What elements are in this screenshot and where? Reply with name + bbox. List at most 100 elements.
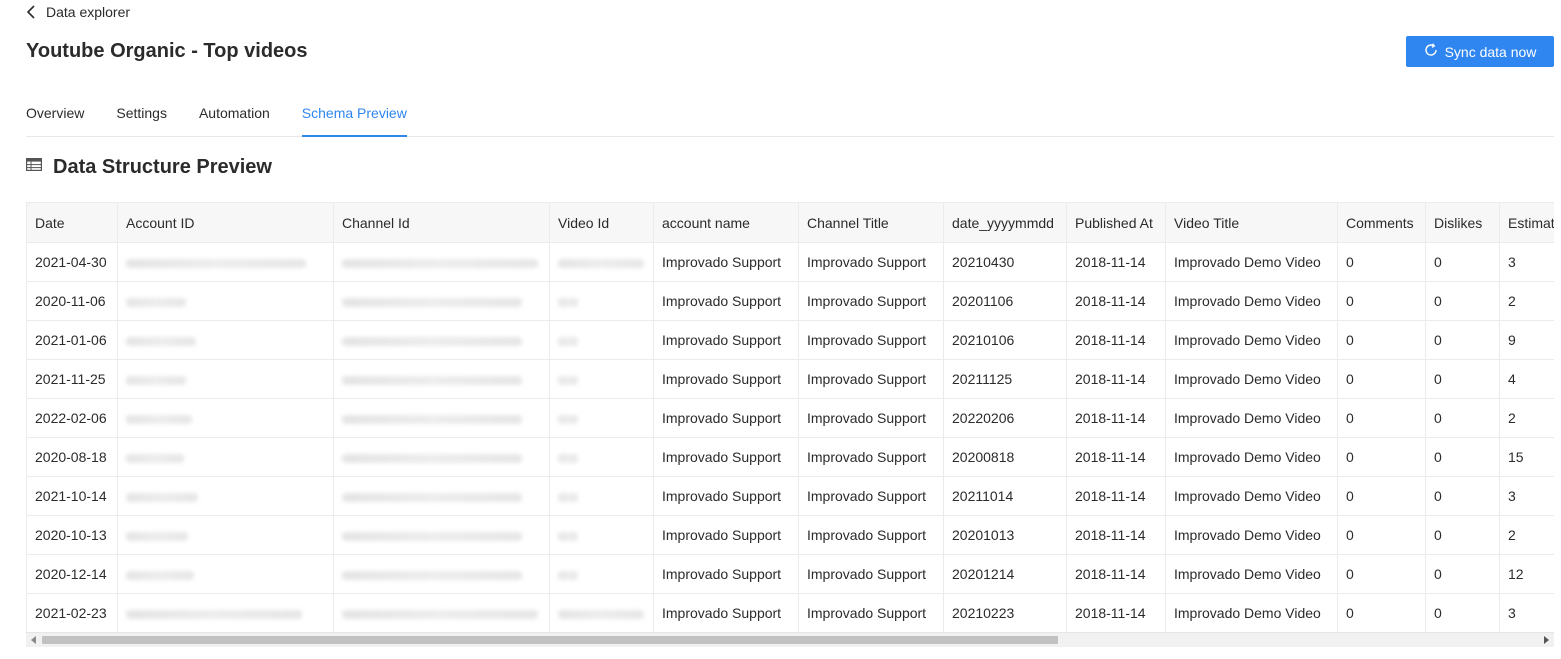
table-row[interactable]: 2021-01-06 Improvado Support Improvado Sup…	[26, 320, 1554, 360]
column-header[interactable]: Video Id	[549, 202, 654, 243]
redacted-value	[126, 375, 186, 385]
column-header[interactable]: Estimate	[1499, 202, 1554, 243]
table-cell: 2021-02-23	[26, 593, 118, 632]
table-cell: 0	[1337, 437, 1426, 477]
redacted-value	[558, 531, 578, 541]
table-cell: 0	[1425, 320, 1500, 360]
table-cell: 2020-12-14	[26, 554, 118, 594]
table-cell: 0	[1425, 359, 1500, 399]
table-cell: 0	[1337, 320, 1426, 360]
table-cell: Improvado Support	[798, 281, 944, 321]
table-row[interactable]: 2021-02-23 Improvado Support Improvado Sup…	[26, 593, 1554, 632]
tab-overview[interactable]: Overview	[26, 96, 84, 136]
table-cell: 3	[1499, 242, 1554, 282]
table-cell: Improvado Support	[798, 515, 944, 555]
table-cell: Improvado Support	[653, 515, 799, 555]
column-header[interactable]: Account ID	[117, 202, 334, 243]
column-header[interactable]: Channel Title	[798, 202, 944, 243]
table-cell: 20211014	[943, 476, 1067, 516]
redacted-value	[342, 531, 522, 541]
redacted-value	[558, 297, 578, 307]
table-cell	[549, 593, 654, 632]
table-cell: 0	[1425, 398, 1500, 438]
redacted-value	[126, 414, 192, 424]
column-header[interactable]: Dislikes	[1425, 202, 1500, 243]
column-header[interactable]: Video Title	[1165, 202, 1338, 243]
table-cell: 2018-11-14	[1066, 593, 1166, 632]
table-cell: 20211125	[943, 359, 1067, 399]
table-cell: 0	[1425, 476, 1500, 516]
scroll-left-icon[interactable]	[31, 636, 36, 644]
table-cell: 2021-01-06	[26, 320, 118, 360]
table-cell: 0	[1337, 242, 1426, 282]
redacted-value	[558, 492, 578, 502]
scrollbar-thumb[interactable]	[42, 636, 1058, 644]
redacted-value	[558, 570, 578, 580]
sync-data-button[interactable]: Sync data now	[1406, 36, 1554, 67]
table-cell	[117, 359, 334, 399]
tab-automation[interactable]: Automation	[199, 96, 270, 136]
redacted-value	[126, 609, 302, 619]
table-cell: 2022-02-06	[26, 398, 118, 438]
table-row[interactable]: 2021-11-25 Improvado Support Improvado Sup…	[26, 359, 1554, 399]
column-header[interactable]: Channel Id	[333, 202, 550, 243]
column-header[interactable]: account name	[653, 202, 799, 243]
table-body: 2021-04-30 Improvado Support Improvado Sup…	[26, 242, 1554, 632]
redacted-value	[126, 258, 306, 268]
table-cell: 2018-11-14	[1066, 437, 1166, 477]
table-row[interactable]: 2020-08-18 Improvado Support Improvado Sup…	[26, 437, 1554, 477]
table-cell: Improvado Support	[798, 242, 944, 282]
data-table-container[interactable]: Date Account ID Channel Id Video Id account …	[26, 202, 1554, 632]
table-cell: 12	[1499, 554, 1554, 594]
sync-data-label: Sync data now	[1444, 43, 1537, 60]
column-header[interactable]: Comments	[1337, 202, 1426, 243]
data-table: Date Account ID Channel Id Video Id account …	[26, 202, 1554, 632]
redacted-value	[126, 531, 188, 541]
redacted-value	[342, 375, 522, 385]
column-header[interactable]: date_yyyymmdd	[943, 202, 1067, 243]
table-row[interactable]: 2021-04-30 Improvado Support Improvado Sup…	[26, 242, 1554, 282]
table-cell: Improvado Demo Video	[1165, 515, 1338, 555]
table-cell: Improvado Support	[653, 359, 799, 399]
redacted-value	[558, 258, 644, 268]
table-cell	[333, 593, 550, 632]
table-cell: 0	[1425, 515, 1500, 555]
table-cell: 2018-11-14	[1066, 320, 1166, 360]
table-cell: 3	[1499, 593, 1554, 632]
back-link[interactable]: Data explorer	[26, 3, 130, 21]
horizontal-scrollbar[interactable]	[26, 632, 1554, 647]
table-cell: 2020-08-18	[26, 437, 118, 477]
table-cell: Improvado Support	[798, 593, 944, 632]
tab-schema-preview[interactable]: Schema Preview	[301, 96, 407, 137]
tab-settings[interactable]: Settings	[116, 96, 167, 136]
table-row[interactable]: 2020-12-14 Improvado Support Improvado Sup…	[26, 554, 1554, 594]
redacted-value	[342, 414, 522, 424]
scroll-right-icon[interactable]	[1544, 636, 1549, 644]
redacted-value	[342, 492, 522, 502]
table-cell: Improvado Support	[653, 242, 799, 282]
table-cell	[549, 242, 654, 282]
table-cell	[117, 476, 334, 516]
table-cell	[117, 437, 334, 477]
table-cell	[549, 320, 654, 360]
redacted-value	[342, 570, 522, 580]
table-row[interactable]: 2022-02-06 Improvado Support Improvado Sup…	[26, 398, 1554, 438]
column-header[interactable]: Date	[26, 202, 118, 243]
redacted-value	[126, 570, 194, 580]
redacted-value	[558, 414, 578, 424]
table-row[interactable]: 2020-10-13 Improvado Support Improvado Sup…	[26, 515, 1554, 555]
table-cell: 2020-10-13	[26, 515, 118, 555]
table-cell: Improvado Demo Video	[1165, 359, 1338, 399]
table-row[interactable]: 2021-10-14 Improvado Support Improvado Sup…	[26, 476, 1554, 516]
redacted-value	[126, 297, 186, 307]
table-cell	[117, 515, 334, 555]
column-header[interactable]: Published At	[1066, 202, 1166, 243]
table-row[interactable]: 2020-11-06 Improvado Support Improvado Sup…	[26, 281, 1554, 321]
table-cell	[333, 554, 550, 594]
table-cell: Improvado Demo Video	[1165, 281, 1338, 321]
redacted-value	[558, 609, 644, 619]
table-cell	[117, 242, 334, 282]
table-cell	[117, 593, 334, 632]
table-cell	[549, 476, 654, 516]
table-cell	[549, 437, 654, 477]
